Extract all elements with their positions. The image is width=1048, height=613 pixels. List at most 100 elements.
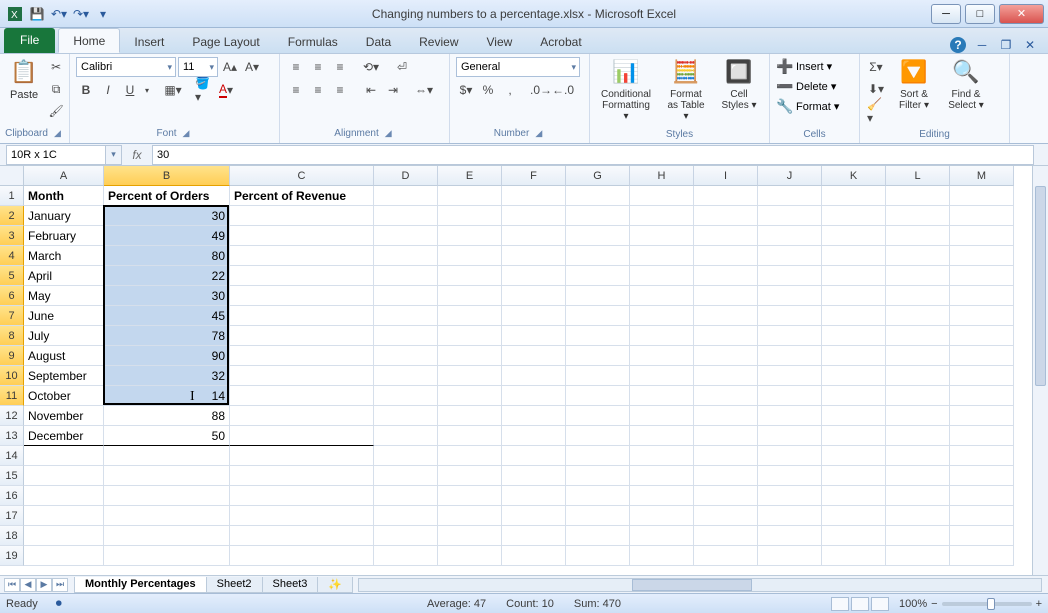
format-cells-button[interactable]: 🔧Format ▾ xyxy=(776,97,839,115)
cell[interactable]: 78 xyxy=(104,326,230,346)
cell[interactable] xyxy=(758,346,822,366)
cell[interactable] xyxy=(374,406,438,426)
cell[interactable] xyxy=(630,506,694,526)
formula-input[interactable]: 30 xyxy=(152,145,1034,165)
column-header[interactable]: H xyxy=(630,166,694,186)
cell[interactable] xyxy=(374,366,438,386)
cell[interactable]: September xyxy=(24,366,104,386)
cell[interactable] xyxy=(886,386,950,406)
minimize-button[interactable]: ─ xyxy=(931,4,961,24)
close-button[interactable]: ✕ xyxy=(999,4,1044,24)
cell[interactable]: 90 xyxy=(104,346,230,366)
maximize-button[interactable]: □ xyxy=(965,4,995,24)
tab-review[interactable]: Review xyxy=(405,30,472,53)
cell[interactable] xyxy=(886,186,950,206)
cell[interactable]: 88 xyxy=(104,406,230,426)
cell[interactable] xyxy=(502,206,566,226)
cell[interactable] xyxy=(822,326,886,346)
cell[interactable] xyxy=(566,406,630,426)
cell[interactable] xyxy=(502,266,566,286)
cell[interactable]: August xyxy=(24,346,104,366)
cell[interactable] xyxy=(694,226,758,246)
cut-icon[interactable]: ✂ xyxy=(46,57,66,77)
qat-customize-icon[interactable]: ▾ xyxy=(94,5,112,23)
cell[interactable] xyxy=(24,486,104,506)
cell[interactable] xyxy=(630,306,694,326)
column-header[interactable]: J xyxy=(758,166,822,186)
sheet-nav-next-icon[interactable]: ▶ xyxy=(36,578,52,592)
cell[interactable] xyxy=(24,466,104,486)
cell[interactable] xyxy=(230,206,374,226)
cell[interactable] xyxy=(822,546,886,566)
cell[interactable] xyxy=(438,466,502,486)
v-scroll-thumb[interactable] xyxy=(1035,186,1046,386)
cell[interactable] xyxy=(822,366,886,386)
cell[interactable] xyxy=(566,286,630,306)
cell[interactable] xyxy=(630,266,694,286)
cell[interactable]: December xyxy=(24,426,104,446)
row-header[interactable]: 10 xyxy=(0,366,24,386)
cell[interactable] xyxy=(230,306,374,326)
column-header[interactable]: K xyxy=(822,166,886,186)
h-scroll-thumb[interactable] xyxy=(632,579,752,591)
cell[interactable] xyxy=(374,446,438,466)
cell[interactable] xyxy=(502,306,566,326)
column-header[interactable]: F xyxy=(502,166,566,186)
sheet-tab-active[interactable]: Monthly Percentages xyxy=(74,577,207,593)
cell[interactable] xyxy=(950,526,1014,546)
cell[interactable] xyxy=(438,406,502,426)
delete-cells-button[interactable]: ➖Delete ▾ xyxy=(776,77,836,95)
cell[interactable] xyxy=(950,226,1014,246)
cell[interactable]: February xyxy=(24,226,104,246)
cell[interactable] xyxy=(694,206,758,226)
cell[interactable] xyxy=(566,206,630,226)
cell[interactable] xyxy=(230,326,374,346)
cell[interactable] xyxy=(374,326,438,346)
font-dialog-launcher[interactable]: ◢ xyxy=(180,127,193,140)
cell[interactable] xyxy=(502,506,566,526)
cell[interactable] xyxy=(502,186,566,206)
cell[interactable] xyxy=(950,326,1014,346)
cell[interactable] xyxy=(694,486,758,506)
cell[interactable] xyxy=(438,226,502,246)
cell[interactable] xyxy=(374,266,438,286)
cell[interactable] xyxy=(438,346,502,366)
sort-filter-button[interactable]: 🔽Sort & Filter ▾ xyxy=(890,57,938,113)
increase-font-icon[interactable]: A▴ xyxy=(220,57,240,77)
cell[interactable] xyxy=(758,246,822,266)
cell[interactable] xyxy=(758,266,822,286)
cell[interactable] xyxy=(630,546,694,566)
decrease-indent-icon[interactable]: ⇤ xyxy=(361,80,381,100)
cell[interactable] xyxy=(630,366,694,386)
cell[interactable] xyxy=(438,306,502,326)
cell[interactable] xyxy=(230,446,374,466)
macro-record-icon[interactable]: ⏺ xyxy=(50,595,68,613)
cell[interactable] xyxy=(566,386,630,406)
cell[interactable] xyxy=(950,406,1014,426)
cell[interactable] xyxy=(694,506,758,526)
cell[interactable] xyxy=(950,386,1014,406)
number-format-combo[interactable]: General xyxy=(456,57,580,77)
cell[interactable] xyxy=(886,346,950,366)
decrease-font-icon[interactable]: A▾ xyxy=(242,57,262,77)
cell[interactable] xyxy=(694,406,758,426)
cell[interactable]: 30 xyxy=(104,286,230,306)
column-header[interactable]: B xyxy=(104,166,230,186)
cell[interactable] xyxy=(502,246,566,266)
cell[interactable] xyxy=(822,206,886,226)
cell[interactable] xyxy=(822,186,886,206)
cell[interactable] xyxy=(694,526,758,546)
tab-insert[interactable]: Insert xyxy=(120,30,178,53)
comma-format-icon[interactable]: , xyxy=(500,80,520,100)
cell[interactable] xyxy=(24,526,104,546)
cell[interactable] xyxy=(950,246,1014,266)
cell[interactable]: April xyxy=(24,266,104,286)
cell[interactable] xyxy=(950,466,1014,486)
font-size-combo[interactable]: 11 xyxy=(178,57,218,77)
paste-button[interactable]: 📋 Paste xyxy=(6,57,42,103)
cell[interactable] xyxy=(822,526,886,546)
cell[interactable] xyxy=(950,186,1014,206)
sheet-tab-2[interactable]: Sheet2 xyxy=(206,577,263,593)
sheet-nav-prev-icon[interactable]: ◀ xyxy=(20,578,36,592)
tab-data[interactable]: Data xyxy=(352,30,405,53)
